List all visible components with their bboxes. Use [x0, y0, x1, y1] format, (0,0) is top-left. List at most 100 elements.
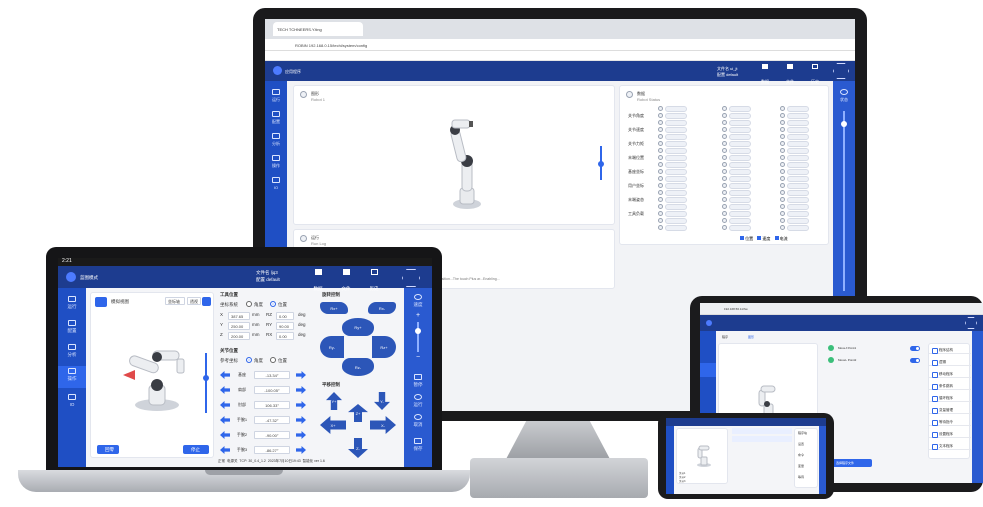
joint-increase-button[interactable] — [296, 416, 306, 424]
joint-increase-button[interactable] — [296, 446, 306, 454]
joint-decrease-button[interactable] — [220, 431, 230, 439]
view-dropdown-button[interactable] — [202, 297, 211, 306]
pause-button[interactable]: 暂停 — [404, 374, 432, 388]
tablet-address-bar[interactable]: 192.168.56.11/hw — [700, 303, 983, 315]
joint-decrease-button[interactable] — [220, 386, 230, 394]
phone-menu-item[interactable]: 程序块 — [798, 431, 807, 435]
command-menu-item[interactable]: 条件跳转 — [929, 382, 971, 390]
sidebar-item-operate[interactable]: 操作 — [58, 366, 86, 388]
rz-minus-button[interactable]: Rz- — [342, 358, 374, 376]
phone-menu-item[interactable]: 变量 — [798, 464, 804, 468]
run-button[interactable]: 运行 — [404, 394, 432, 408]
ry-plus-button[interactable]: Ry+ — [342, 318, 374, 336]
sim-view-icon[interactable] — [95, 297, 107, 307]
z-minus-button[interactable]: Z- — [348, 438, 368, 458]
tool-rot-value[interactable]: 0.00 — [276, 312, 294, 320]
sidebar-item-io[interactable]: IO — [265, 177, 287, 190]
tab-graphics[interactable]: 图形 — [748, 335, 754, 339]
program-row-toggle[interactable] — [910, 358, 920, 363]
joint-value[interactable]: -100.05° — [254, 386, 290, 394]
joint-decrease-button[interactable] — [220, 371, 230, 379]
header-button-file[interactable]: 文件 — [780, 64, 800, 84]
view-slider-track[interactable] — [205, 353, 207, 413]
coord-position-radio[interactable] — [270, 301, 276, 307]
tool-axis-value[interactable]: 200.00 — [228, 332, 250, 340]
command-menu-item[interactable]: 等待指令 — [929, 418, 971, 426]
view-slider-knob[interactable] — [203, 375, 209, 381]
command-menu-item[interactable]: 移动程序 — [929, 370, 971, 378]
phone-menu-item[interactable]: 等待 — [798, 475, 804, 479]
robot-3d-view[interactable] — [121, 345, 193, 413]
robot-3d-view[interactable] — [691, 443, 717, 469]
joint-increase-button[interactable] — [296, 401, 306, 409]
sidebar-item-config[interactable]: 配置 — [265, 111, 287, 125]
sidebar-item-analysis[interactable]: 分析 — [265, 133, 287, 147]
home-button[interactable]: 回零 — [97, 445, 119, 454]
sidebar-item-analysis[interactable]: 分析 — [58, 344, 86, 358]
joint-increase-button[interactable] — [296, 431, 306, 439]
x-minus-button[interactable]: X- — [370, 416, 396, 434]
header-button-data[interactable]: 数据 — [755, 64, 775, 84]
command-menu-item[interactable]: 程序结构 — [929, 346, 971, 354]
robot-3d-view[interactable] — [442, 116, 492, 211]
phone-list-row[interactable] — [732, 436, 792, 442]
program-row-toggle[interactable] — [910, 346, 920, 351]
y-minus-button[interactable]: Y- — [374, 392, 390, 410]
x-plus-button[interactable]: X+ — [320, 416, 346, 434]
sidebar-item-run[interactable]: 运行 — [58, 296, 86, 310]
speed-slider-track[interactable] — [843, 111, 845, 291]
command-menu-item[interactable]: 逻辑 — [929, 358, 971, 366]
joint-value[interactable]: -13.34° — [254, 371, 290, 379]
right-bar-status[interactable]: 状态 — [833, 89, 855, 103]
sidebar-item-config[interactable]: 配置 — [58, 320, 86, 334]
command-menu-item[interactable]: 变量管理 — [929, 406, 971, 414]
program-row[interactable]: MoveJ Point1 — [824, 343, 924, 353]
tool-axis-value[interactable]: 250.00 — [228, 322, 250, 330]
speed-slider-track[interactable] — [417, 322, 419, 352]
ry-minus-button[interactable]: Ry- — [320, 336, 344, 358]
joint-position-radio[interactable] — [270, 357, 276, 363]
joint-value[interactable]: -90.00° — [254, 431, 290, 439]
joint-decrease-button[interactable] — [220, 401, 230, 409]
browser-tab[interactable]: TECH TCHNEERS.Y.ting — [273, 22, 363, 36]
sidebar-item-run[interactable]: 运行 — [265, 89, 287, 103]
joint-decrease-button[interactable] — [220, 446, 230, 454]
sidebar-item-active[interactable] — [700, 363, 716, 377]
phone-menu-item[interactable]: 命令 — [798, 453, 804, 457]
joint-value[interactable]: -86.27° — [254, 446, 290, 454]
header-button-history[interactable]: 历史 — [805, 64, 825, 84]
sidebar-item-io[interactable]: IO — [58, 394, 86, 407]
view-slider-knob[interactable] — [598, 161, 604, 167]
speed-slider-knob[interactable] — [841, 121, 847, 127]
rx-minus-button[interactable]: Rx- — [368, 302, 396, 314]
tool-axis-value[interactable]: 387.65 — [228, 312, 250, 320]
tool-rot-value[interactable]: 0.00 — [276, 332, 294, 340]
speed-decrease-button[interactable]: − — [416, 354, 420, 361]
joint-value[interactable]: 106.33° — [254, 401, 290, 409]
joint-increase-button[interactable] — [296, 386, 306, 394]
save-button[interactable]: 保存 — [404, 438, 432, 452]
browser-address-bar[interactable]: ROBIN 192.168.0.15/techi/system/config — [265, 39, 855, 51]
axis-button[interactable]: 坐标轴 — [165, 297, 185, 305]
sidebar-item-operate[interactable]: 操作 — [265, 155, 287, 169]
phone-list-row[interactable] — [732, 428, 792, 434]
y-plus-button[interactable]: Y+ — [326, 392, 342, 410]
command-menu-item[interactable]: 循环程序 — [929, 394, 971, 402]
joint-angle-radio[interactable] — [246, 357, 252, 363]
cancel-button[interactable]: 取消 — [404, 414, 432, 428]
joint-value[interactable]: -47.32° — [254, 416, 290, 424]
z-plus-button[interactable]: Z+ — [348, 404, 368, 422]
phone-menu-item[interactable]: 设置 — [798, 442, 804, 446]
program-row[interactable]: MoveL Point2 — [824, 355, 924, 365]
command-menu-item[interactable]: 设置程序 — [929, 430, 971, 438]
tool-rot-value[interactable]: 90.00 — [276, 322, 294, 330]
tab-program[interactable]: 程序 — [722, 335, 728, 339]
speed-slider-knob[interactable] — [415, 328, 421, 334]
speed-increase-button[interactable]: + — [416, 312, 420, 319]
joint-decrease-button[interactable] — [220, 416, 230, 424]
perspective-button[interactable]: 透视 — [187, 297, 201, 305]
stop-button[interactable]: 停止 — [183, 445, 209, 454]
command-menu-item[interactable]: 文本程序 — [929, 442, 971, 450]
select-program-file-button[interactable]: 选择程序文件 — [832, 459, 872, 467]
coord-angle-radio[interactable] — [246, 301, 252, 307]
